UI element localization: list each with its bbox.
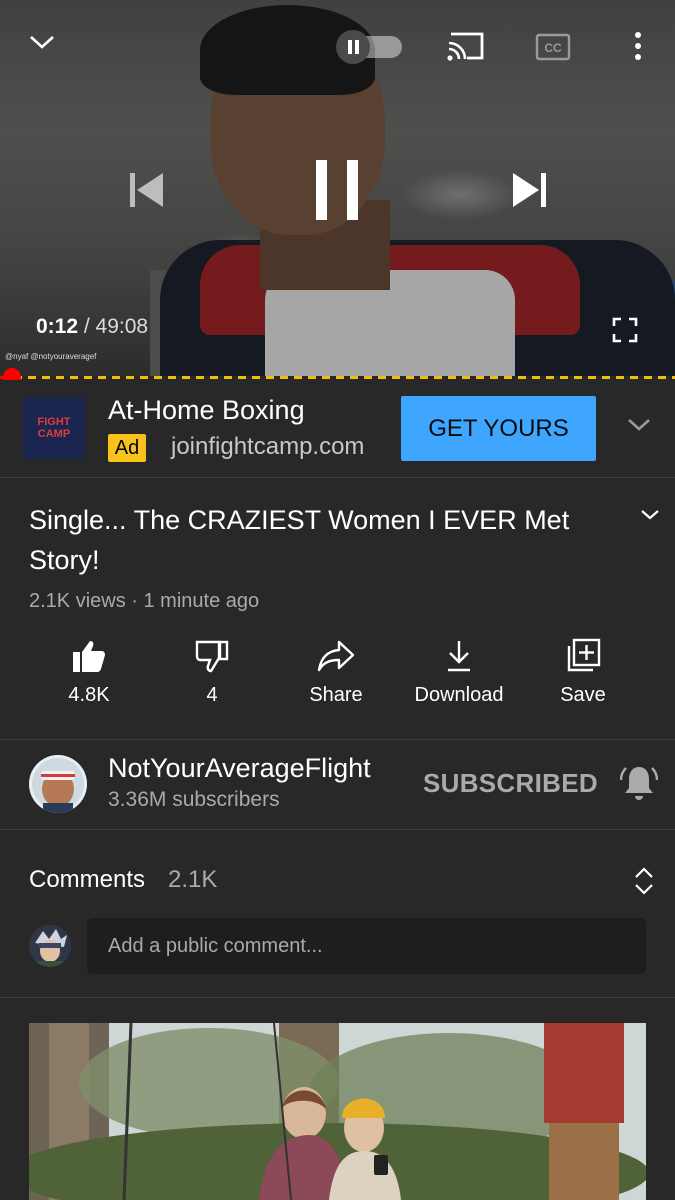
more-options-button[interactable] <box>628 30 648 69</box>
fullscreen-icon <box>612 317 638 343</box>
user-avatar <box>29 925 71 967</box>
playback-time: 0:12 / 49:08 <box>36 315 148 339</box>
subscriber-count: 3.36M subscribers <box>108 788 280 811</box>
share-button[interactable]: Share <box>274 638 398 718</box>
save-label: Save <box>560 684 606 706</box>
add-comment-input[interactable]: Add a public comment... <box>87 918 646 974</box>
promoted-ad[interactable]: FIGHT CAMP At-Home Boxing Ad joinfightca… <box>0 380 675 477</box>
video-duration: / 49:08 <box>83 315 149 338</box>
advertiser-logo: FIGHT CAMP <box>23 397 85 459</box>
ad-title: At-Home Boxing <box>108 395 305 425</box>
divider <box>0 739 675 740</box>
chevron-down-icon <box>30 36 54 49</box>
divider <box>0 829 675 830</box>
play-pause-button[interactable] <box>314 158 362 227</box>
thumbnail-image <box>29 1023 646 1200</box>
ad-cta-button[interactable]: GET YOURS <box>401 396 596 461</box>
video-player[interactable]: CC 0:12 / 49:08 @nyaf @notyouraveragef <box>0 0 675 377</box>
captions-button[interactable]: CC <box>535 33 571 66</box>
add-to-playlist-icon <box>567 638 601 672</box>
divider <box>0 477 675 478</box>
subscribed-button[interactable]: SUBSCRIBED <box>423 768 598 799</box>
notifications-bell-button[interactable] <box>619 763 659 808</box>
channel-avatar[interactable] <box>29 755 87 813</box>
expand-comments-button[interactable] <box>633 866 655 901</box>
video-watermark: @nyaf @notyouraveragef <box>5 352 97 361</box>
channel-avatar-image <box>29 755 87 813</box>
share-label: Share <box>309 684 363 706</box>
like-button[interactable]: 4.8K <box>27 638 151 718</box>
expand-description-button[interactable] <box>640 508 660 527</box>
svg-text:CC: CC <box>544 41 562 55</box>
download-label: Download <box>414 684 504 706</box>
ad-domain: joinfightcamp.com <box>171 433 365 460</box>
thumbs-up-icon <box>73 641 105 672</box>
next-video-thumbnail[interactable] <box>29 1023 646 1200</box>
chevron-down-icon <box>641 510 659 520</box>
unfold-icon <box>635 867 653 895</box>
autoplay-toggle[interactable] <box>336 30 402 64</box>
fullscreen-button[interactable] <box>612 317 638 348</box>
pause-icon <box>336 30 370 64</box>
progress-bar-ad-markers[interactable] <box>0 376 675 379</box>
current-time: 0:12 <box>36 315 79 338</box>
ad-badge: Ad <box>108 434 146 462</box>
pause-icon <box>316 160 358 220</box>
chevron-down-icon <box>628 419 650 431</box>
bell-ringing-icon <box>619 767 659 800</box>
save-button[interactable]: Save <box>521 638 645 718</box>
cast-button[interactable] <box>447 31 485 66</box>
comments-label[interactable]: Comments <box>29 866 145 894</box>
comments-count: 2.1K <box>168 866 218 893</box>
skip-next-icon <box>513 173 546 207</box>
video-meta: 2.1K views · 1 minute ago <box>29 590 260 612</box>
more-vertical-icon <box>635 32 641 60</box>
previous-video-button[interactable] <box>128 170 166 215</box>
dislike-button[interactable]: 4 <box>150 638 274 718</box>
minimize-player-button[interactable] <box>28 30 56 59</box>
advertiser-logo-line1: FIGHT <box>37 416 71 428</box>
like-count: 4.8K <box>68 684 110 706</box>
cast-icon <box>447 32 484 61</box>
advertiser-logo-line2: CAMP <box>37 428 71 440</box>
download-icon <box>448 641 470 672</box>
divider <box>0 997 675 998</box>
next-video-button[interactable] <box>510 170 548 215</box>
user-avatar-image <box>29 925 71 967</box>
channel-name[interactable]: NotYourAverageFlight <box>108 753 371 784</box>
video-title[interactable]: Single... The CRAZIEST Women I EVER Met … <box>29 500 609 580</box>
ad-expand-button[interactable] <box>626 416 652 439</box>
skip-previous-icon <box>130 173 163 207</box>
thumbs-down-icon <box>195 640 229 673</box>
share-icon <box>317 640 355 672</box>
dislike-count: 4 <box>206 684 218 706</box>
closed-captions-icon: CC <box>535 33 571 61</box>
download-button[interactable]: Download <box>397 638 521 718</box>
